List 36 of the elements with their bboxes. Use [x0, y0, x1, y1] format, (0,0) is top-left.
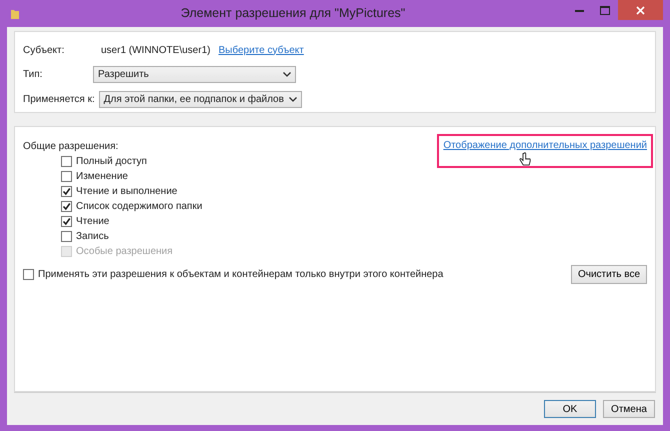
section-heading: Общие разрешения:: [23, 141, 118, 152]
minimize-icon: [574, 8, 584, 12]
advanced-permissions-link[interactable]: Отображение дополнительных разрешений: [443, 140, 647, 151]
clear-all-button[interactable]: Очистить все: [571, 265, 647, 284]
checkbox[interactable]: [61, 231, 72, 242]
select-principal-link[interactable]: Выберите субъект: [218, 42, 304, 58]
folder-icon: [10, 8, 20, 20]
field-label: Субъект:: [23, 44, 66, 58]
checkbox-label: Запись: [76, 230, 109, 244]
checkbox-label: Особые разрешения: [76, 245, 173, 259]
checkbox[interactable]: [61, 156, 72, 167]
checkbox[interactable]: [23, 269, 34, 280]
checkbox-label: Чтение и выполнение: [76, 185, 178, 199]
checkbox-label: Применять эти разрешения к объектам и контейнерам только внутри этого контейнера: [38, 268, 444, 282]
checkbox[interactable]: [61, 186, 72, 197]
principal-value: user1 (WINNOTE\user1): [101, 44, 210, 58]
window-title: Элемент разрешения для "MyPictures": [180, 5, 406, 22]
dropdown[interactable]: Разрешить: [93, 66, 296, 83]
checkbox[interactable]: [61, 171, 72, 182]
checkbox[interactable]: [61, 201, 72, 212]
checkbox[interactable]: [61, 216, 72, 227]
chevron-icon: [288, 97, 297, 102]
chevron-icon: [283, 72, 291, 77]
close-button[interactable]: [618, 0, 663, 20]
field-label: Тип:: [23, 68, 44, 82]
dropdown[interactable]: Для этой папки, ее подпапок и файлов: [98, 91, 302, 108]
checkbox-label: Список содержимого папки: [76, 200, 202, 214]
field-label: Применяется к:: [23, 93, 95, 107]
close-icon: [636, 6, 645, 14]
maximize-icon: [600, 6, 610, 14]
checkbox-label: Изменение: [76, 170, 128, 184]
checkbox-label: Чтение: [76, 215, 110, 229]
dialog-button[interactable]: OK: [544, 400, 596, 418]
hand-cursor-icon: [519, 152, 532, 167]
dialog-button[interactable]: Отмена: [603, 400, 655, 418]
checkbox-label: Полный доступ: [76, 155, 147, 169]
